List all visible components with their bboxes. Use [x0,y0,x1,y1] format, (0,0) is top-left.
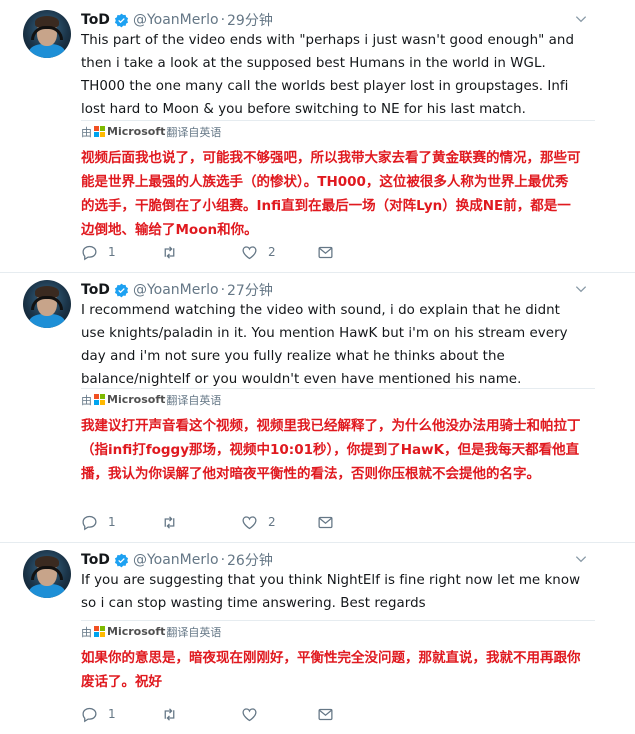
translator-brand[interactable]: Microsoft [107,125,165,138]
separator-dot: · [220,12,226,28]
translation-attribution: 由 Microsoft 翻译自英语 [81,620,595,642]
heart-icon [242,245,257,259]
timestamp[interactable]: 26分钟 [227,550,273,570]
author-name[interactable]: ToD [81,12,110,28]
microsoft-logo-icon [94,126,105,137]
translate-by-label: 由 [81,625,92,639]
reply-count: 1 [108,515,116,529]
author-handle[interactable]: @YoanMerlo [133,552,219,568]
retweet-icon [164,515,175,529]
reply-count: 1 [108,707,116,721]
chevron-down-icon[interactable] [574,282,588,296]
reply-button[interactable]: 1 [81,706,161,723]
reply-button[interactable]: 1 [81,244,161,261]
reply-count: 1 [108,245,116,259]
tweet-translation: 如果你的意思是，暗夜现在刚刚好，平衡性完全没问题，那就直说，我就不用再跟你废话了… [81,650,581,690]
microsoft-logo-icon [94,394,105,405]
translate-by-label: 由 [81,393,92,407]
heart-icon [242,707,257,721]
separator-dot: · [220,282,226,298]
retweet-button[interactable] [161,514,241,531]
translate-by-label: 由 [81,125,92,139]
tweet-actions: 1 2 [81,512,361,532]
translation-attribution: 由 Microsoft 翻译自英语 [81,120,595,142]
tweet-header: ToD @YoanMerlo · 26分钟 [81,550,273,570]
chevron-down-icon[interactable] [574,552,588,566]
avatar[interactable] [23,10,71,58]
author-name[interactable]: ToD [81,282,110,298]
timestamp[interactable]: 27分钟 [227,280,273,300]
chevron-down-icon[interactable] [574,12,588,26]
tweet-divider [0,542,635,543]
tweet-text: This part of the video ends with "perhap… [81,33,574,117]
retweet-button[interactable] [161,244,241,261]
envelope-icon [318,516,333,528]
retweet-icon [164,707,175,721]
envelope-icon [318,708,333,720]
tweet-1[interactable]: ToD @YoanMerlo · 29分钟 This part of the v… [0,10,635,272]
like-count: 2 [268,245,276,259]
reply-button[interactable]: 1 [81,514,161,531]
tweet-translation: 视频后面我也说了，可能我不够强吧，所以我带大家去看了黄金联赛的情况，那些可能是世… [81,150,581,238]
verified-badge-icon [114,553,128,567]
tweet-text: If you are suggesting that you think Nig… [81,573,581,611]
tweet-header: ToD @YoanMerlo · 29分钟 [81,10,273,30]
tweet-actions: 1 [81,704,361,724]
dm-button[interactable] [317,706,357,723]
reply-icon [82,245,97,260]
verified-badge-icon [114,283,128,297]
dm-button[interactable] [317,244,357,261]
tweet-divider [0,272,635,273]
author-handle[interactable]: @YoanMerlo [133,282,219,298]
separator-dot: · [220,552,226,568]
translate-suffix: 翻译自英语 [166,125,222,139]
envelope-icon [318,246,333,258]
verified-badge-icon [114,13,128,27]
retweet-button[interactable] [161,706,241,723]
like-button[interactable]: 2 [241,514,317,531]
tweet-header: ToD @YoanMerlo · 27分钟 [81,280,273,300]
translation-attribution: 由 Microsoft 翻译自英语 [81,388,595,410]
tweet-text: I recommend watching the video with soun… [81,303,568,387]
tweet-3[interactable]: ToD @YoanMerlo · 26分钟 If you are suggest… [0,550,635,734]
like-button[interactable] [241,706,317,723]
avatar[interactable] [23,550,71,598]
translator-brand[interactable]: Microsoft [107,393,165,406]
retweet-icon [164,245,175,259]
author-name[interactable]: ToD [81,552,110,568]
reply-icon [82,515,97,530]
microsoft-logo-icon [94,626,105,637]
author-handle[interactable]: @YoanMerlo [133,12,219,28]
timestamp[interactable]: 29分钟 [227,10,273,30]
translator-brand[interactable]: Microsoft [107,625,165,638]
reply-icon [82,707,97,722]
avatar[interactable] [23,280,71,328]
translate-suffix: 翻译自英语 [166,393,222,407]
tweet-translation: 我建议打开声音看这个视频，视频里我已经解释了，为什么他没办法用骑士和帕拉丁（指i… [81,418,581,482]
translate-suffix: 翻译自英语 [166,625,222,639]
tweet-actions: 1 2 [81,242,361,262]
heart-icon [242,515,257,529]
like-count: 2 [268,515,276,529]
tweet-2[interactable]: ToD @YoanMerlo · 27分钟 I recommend watchi… [0,280,635,542]
like-button[interactable]: 2 [241,244,317,261]
dm-button[interactable] [317,514,357,531]
